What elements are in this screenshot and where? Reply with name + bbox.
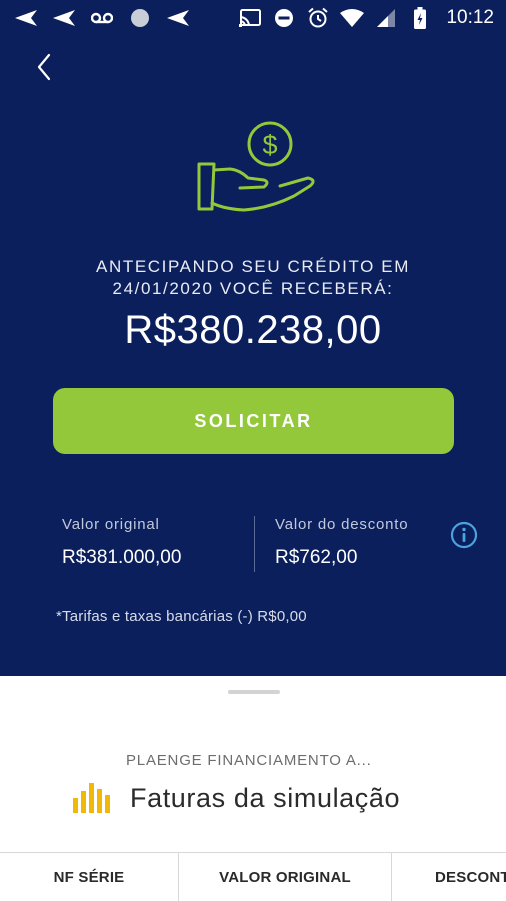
do-not-disturb-icon [272, 8, 296, 28]
send-icon [14, 8, 38, 28]
status-left-icons [14, 0, 190, 36]
received-amount: R$380.238,00 [124, 308, 382, 352]
cast-icon [238, 8, 262, 28]
status-bar: 10:12 [0, 0, 506, 36]
signal-icon [374, 8, 398, 28]
value-summary: Valor original R$381.000,00 Valor do des… [0, 508, 506, 578]
send-icon [52, 8, 76, 28]
alarm-icon [306, 7, 330, 28]
back-button[interactable] [30, 50, 58, 84]
original-value-label: Valor original [62, 516, 160, 533]
column-header-nf-serie[interactable]: NF SÉRIE [0, 853, 179, 901]
chevron-left-icon [37, 53, 51, 81]
sheet-drag-handle[interactable] [228, 690, 280, 694]
message-line-1: ANTECIPANDO SEU CRÉDITO EM [96, 257, 410, 276]
section-header: Faturas da simulação [72, 778, 400, 818]
anticipation-message: ANTECIPANDO SEU CRÉDITO EM 24/01/2020 VO… [0, 256, 506, 300]
circle-icon [128, 8, 152, 28]
solicitar-button[interactable]: SOLICITAR [53, 388, 454, 454]
bar-chart-icon [73, 783, 110, 813]
hand-coin-icon: $ [190, 118, 320, 218]
original-value: R$381.000,00 [62, 547, 182, 568]
message-line-2: 24/01/2020 VOCÊ RECEBERÁ: [112, 279, 394, 298]
section-title: Faturas da simulação [130, 782, 401, 813]
info-icon[interactable] [450, 521, 478, 549]
status-time: 10:12 [446, 7, 494, 28]
summary-divider [254, 516, 255, 572]
simulation-panel: 10:12 $ ANTECIPANDO SEU CRÉDITO EM 24/01… [0, 0, 506, 676]
battery-charging-icon [408, 7, 432, 29]
invoices-table-header: NF SÉRIE VALOR ORIGINAL DESCONTO [0, 852, 506, 901]
column-header-desconto[interactable]: DESCONTO [392, 853, 506, 901]
svg-text:$: $ [262, 130, 277, 160]
company-name: PLAENGE FINANCIAMENTO A... [126, 752, 372, 769]
discount-value: R$762,00 [275, 547, 358, 568]
discount-value-label: Valor do desconto [275, 516, 409, 533]
discount-value-block: Valor do desconto R$762,00 [275, 516, 408, 569]
column-header-valor-original[interactable]: VALOR ORIGINAL [179, 853, 392, 901]
wifi-icon [340, 8, 365, 28]
original-value-block: Valor original R$381.000,00 [62, 516, 181, 569]
status-right-icons: 10:12 [238, 0, 494, 36]
send-icon [166, 8, 190, 28]
fees-note: *Tarifas e taxas bancárias (-) R$0,00 [56, 608, 307, 625]
invoices-sheet: PLAENGE FINANCIAMENTO A... Faturas da si… [0, 676, 506, 901]
voicemail-icon [90, 8, 114, 28]
